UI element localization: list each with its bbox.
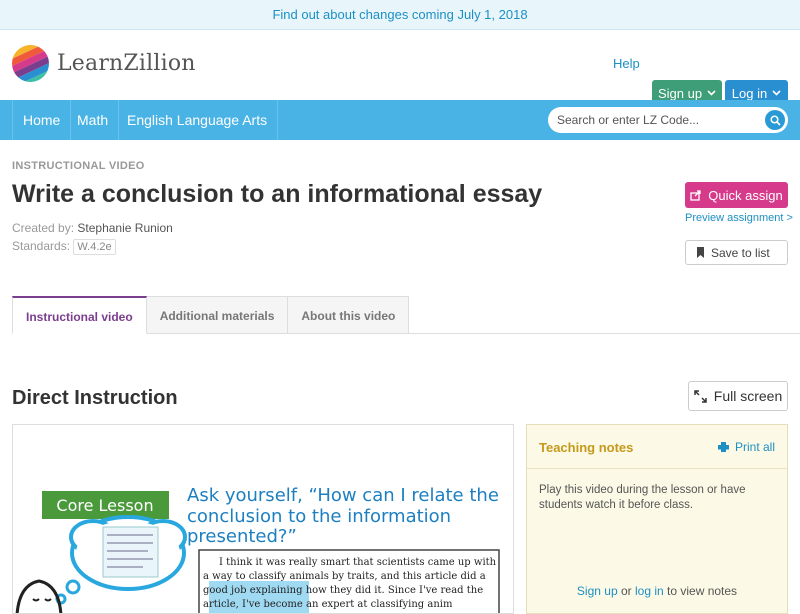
full-screen-button[interactable]: Full screen xyxy=(688,381,788,411)
essay-line-3: good job explaining how they did it. Sin… xyxy=(203,585,483,596)
nav-item-home[interactable]: Home xyxy=(12,100,72,140)
announcement-link[interactable]: Find out about changes coming July 1, 20… xyxy=(272,7,527,22)
announcement-banner: Find out about changes coming July 1, 20… xyxy=(0,0,800,30)
standards: Standards: W.4.2e xyxy=(12,239,116,255)
teaching-notes-panel: Teaching notes Print all Play this video… xyxy=(526,424,788,614)
notes-login-prompt: Sign up or log in to view notes xyxy=(527,584,787,598)
created-by-label: Created by: xyxy=(12,221,75,235)
notes-sign-up-link[interactable]: Sign up xyxy=(577,584,618,598)
search-box xyxy=(548,107,788,133)
teaching-notes-body: Play this video during the lesson or hav… xyxy=(539,484,746,511)
search-button[interactable] xyxy=(765,110,785,130)
essay-line-1: I think it was really smart that scienti… xyxy=(219,557,497,568)
quick-assign-button[interactable]: Quick assign xyxy=(685,182,788,208)
save-to-list-button[interactable]: Save to list xyxy=(685,240,788,265)
print-all-button[interactable]: Print all xyxy=(717,440,775,454)
expand-icon xyxy=(694,389,707,403)
notes-or-text: or xyxy=(620,584,632,598)
printer-icon xyxy=(717,442,729,452)
share-icon xyxy=(690,189,701,201)
video-heading-line-3: presented?” xyxy=(187,526,297,547)
video-heading-line-1: Ask yourself, “How can I relate the xyxy=(187,485,499,506)
logo-text: LearnZillion xyxy=(57,51,196,76)
created-by: Created by: Stephanie Runion xyxy=(12,221,173,235)
sign-up-label: Sign up xyxy=(657,85,703,101)
video-player[interactable]: Core Lesson Ask yourself, “How can I rel… xyxy=(12,424,514,614)
teaching-notes-header: Teaching notes Print all xyxy=(527,425,787,469)
video-frame: Core Lesson Ask yourself, “How can I rel… xyxy=(13,425,513,613)
notes-log-in-link[interactable]: log in xyxy=(635,584,664,598)
essay-line-2: a way to classify animals by traits, and… xyxy=(203,571,486,582)
tab-about-this-video[interactable]: About this video xyxy=(288,296,410,334)
nav-item-math[interactable]: Math xyxy=(67,100,120,140)
content-type-label: INSTRUCTIONAL VIDEO xyxy=(12,160,145,172)
search-icon xyxy=(769,114,781,126)
quick-assign-label: Quick assign xyxy=(708,187,783,203)
logo-icon xyxy=(12,45,49,82)
chevron-down-icon xyxy=(707,90,716,96)
core-lesson-text: Core Lesson xyxy=(56,496,153,515)
help-link[interactable]: Help xyxy=(613,56,640,71)
site-header: LearnZillion Help Sign up Log in xyxy=(0,30,800,106)
content-tabs: Instructional video Additional materials… xyxy=(12,296,410,334)
section-title: Direct Instruction xyxy=(12,387,178,409)
nav-item-ela[interactable]: English Language Arts xyxy=(117,100,279,140)
notes-to-view-text: to view notes xyxy=(667,584,738,598)
page-title: Write a conclusion to an informational e… xyxy=(12,180,543,208)
tab-additional-materials[interactable]: Additional materials xyxy=(146,296,289,334)
teaching-notes-title: Teaching notes xyxy=(539,440,634,455)
save-to-list-label: Save to list xyxy=(711,245,770,260)
tab-divider xyxy=(396,333,800,334)
standards-label: Standards: xyxy=(12,239,71,253)
log-in-label: Log in xyxy=(731,85,768,101)
tab-instructional-video[interactable]: Instructional video xyxy=(12,296,147,334)
standard-tag[interactable]: W.4.2e xyxy=(73,239,116,255)
search-input[interactable] xyxy=(557,107,757,133)
essay-line-4: article, I've become an expert at classi… xyxy=(203,599,453,610)
logo[interactable]: LearnZillion xyxy=(12,45,196,82)
author-name[interactable]: Stephanie Runion xyxy=(77,221,172,235)
chevron-down-icon xyxy=(772,90,781,96)
full-screen-label: Full screen xyxy=(713,388,783,404)
bookmark-icon xyxy=(697,247,704,258)
print-all-label: Print all xyxy=(734,440,775,454)
preview-assignment-link[interactable]: Preview assignment > xyxy=(685,212,793,224)
video-heading-line-2: conclusion to the information xyxy=(187,506,451,527)
